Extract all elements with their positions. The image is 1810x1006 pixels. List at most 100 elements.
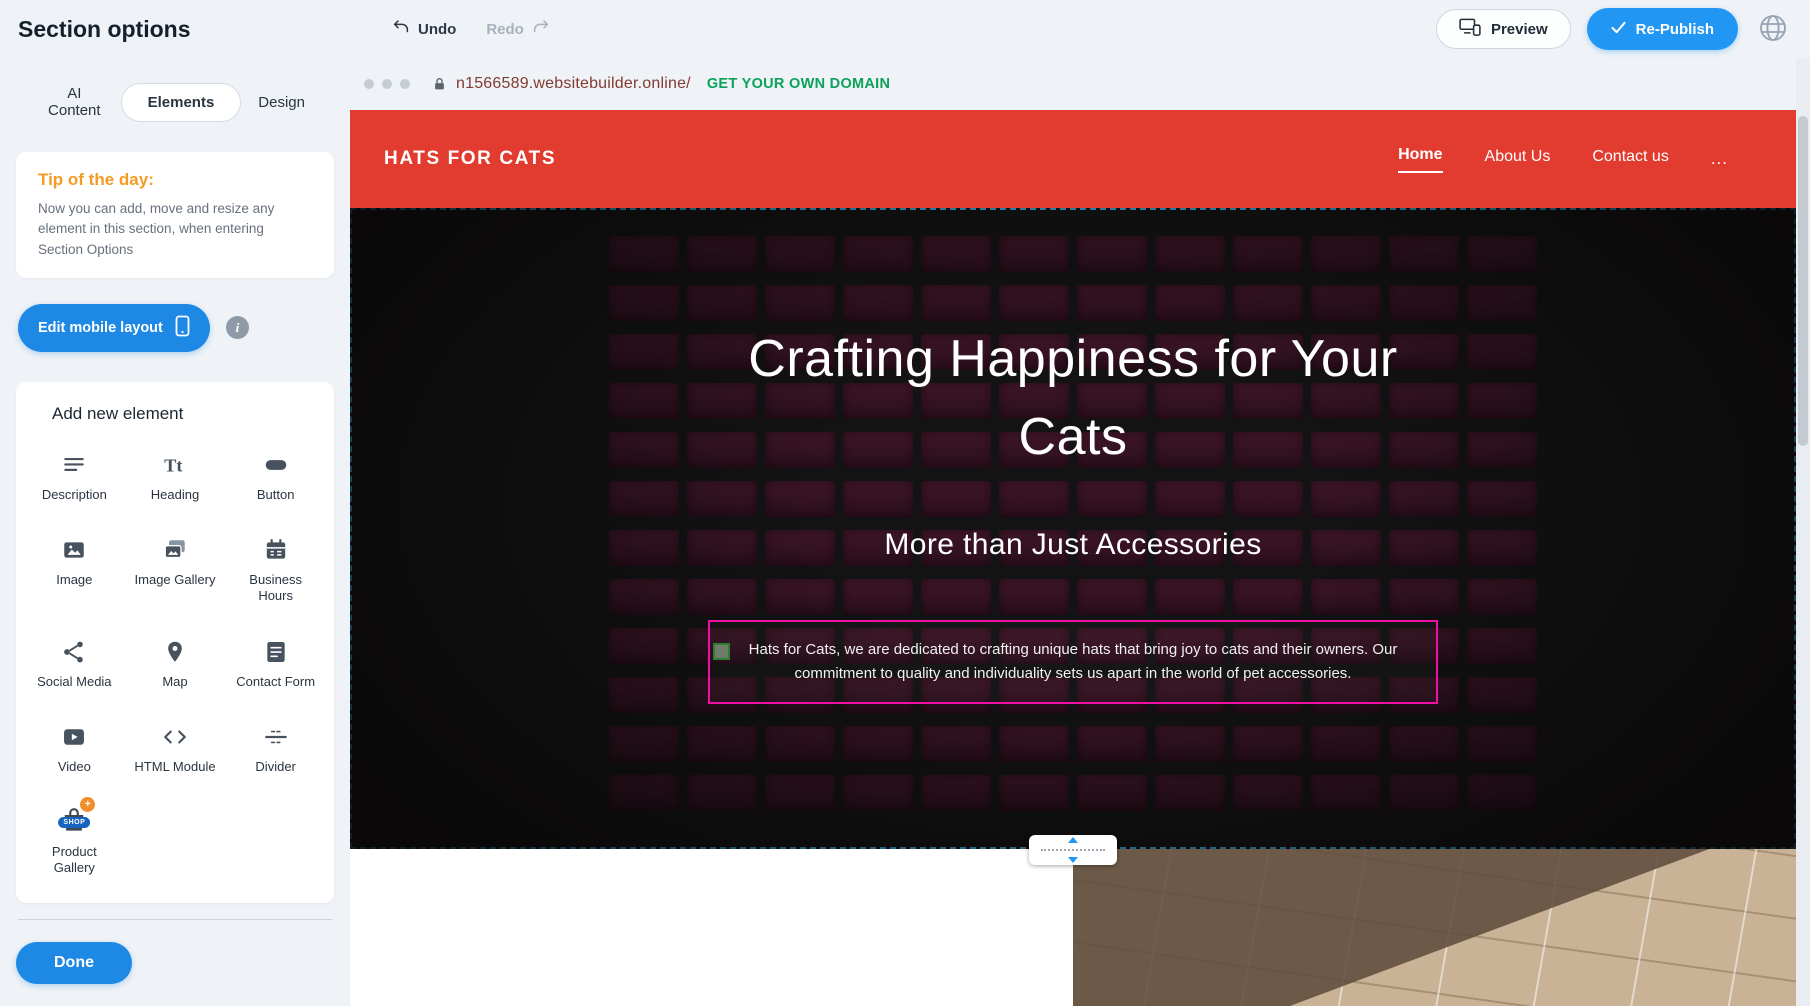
element-image[interactable]: Image [24, 533, 125, 605]
pavement-photo [1073, 849, 1796, 1006]
image-gallery-icon [162, 533, 188, 563]
element-image-gallery[interactable]: Image Gallery [125, 533, 226, 605]
resize-dotted-line [1041, 849, 1105, 851]
redo-icon [532, 18, 550, 40]
topbar-actions: Preview Re-Publish [1436, 8, 1792, 50]
edit-mobile-layout-button[interactable]: Edit mobile layout [18, 304, 210, 352]
element-html-module[interactable]: HTML Module [125, 720, 226, 775]
product-gallery-icon: SHOP + [59, 805, 89, 835]
nav-item-about-us[interactable]: About Us [1485, 148, 1551, 170]
nav-item-home[interactable]: Home [1398, 146, 1442, 173]
contact-form-icon [263, 635, 289, 665]
scrollbar-thumb[interactable] [1798, 116, 1808, 446]
video-icon [61, 720, 87, 750]
info-icon[interactable]: i [226, 316, 249, 339]
sidebar-tabs: AI Content Elements Design [16, 74, 334, 130]
divider-icon [263, 720, 289, 750]
redo-button[interactable]: Redo [486, 18, 550, 40]
social-media-icon [61, 635, 87, 665]
tab-design[interactable]: Design [241, 83, 322, 122]
html-module-icon [162, 720, 188, 750]
undo-label: Undo [418, 21, 456, 38]
element-map[interactable]: Map [125, 635, 226, 690]
element-drag-handle[interactable] [713, 643, 730, 660]
section-resize-handle[interactable] [1029, 835, 1117, 865]
description-icon [61, 448, 87, 478]
devices-icon [1459, 18, 1481, 40]
sidebar-footer: Done [16, 919, 334, 1006]
nav-more-button[interactable]: ... [1711, 149, 1728, 169]
site-nav: Home About Us Contact us ... [1398, 146, 1728, 173]
edit-mobile-label: Edit mobile layout [38, 320, 163, 336]
hero-paragraph: Hats for Cats, we are dedicated to craft… [749, 641, 1398, 682]
element-video[interactable]: Video [24, 720, 125, 775]
site-logo[interactable]: HATS FOR CATS [384, 148, 556, 170]
upgrade-badge-icon: + [80, 797, 95, 812]
website-builder-app: Section options Undo Redo Preview [0, 0, 1810, 1006]
nav-item-contact-us[interactable]: Contact us [1592, 148, 1668, 170]
tip-body: Now you can add, move and resize any ele… [38, 199, 312, 260]
next-section-white-area [350, 849, 1073, 1006]
edit-mobile-row: Edit mobile layout i [18, 304, 334, 352]
heading-icon: Tt [162, 448, 188, 478]
element-business-hours[interactable]: Business Hours [225, 533, 326, 605]
element-social-media[interactable]: Social Media [24, 635, 125, 690]
tab-ai-content[interactable]: AI Content [28, 74, 121, 130]
site-header[interactable]: HATS FOR CATS Home About Us Contact us .… [350, 110, 1796, 208]
element-contact-form[interactable]: Contact Form [225, 635, 326, 690]
footer-divider [18, 919, 332, 920]
window-dot [400, 79, 410, 89]
tab-elements[interactable]: Elements [121, 83, 242, 122]
globe-icon [1757, 12, 1789, 47]
preview-button[interactable]: Preview [1436, 9, 1571, 49]
element-product-gallery[interactable]: SHOP + Product Gallery [24, 805, 125, 877]
shop-badge: SHOP [58, 817, 90, 828]
sidebar: AI Content Elements Design Tip of the da… [0, 58, 350, 1006]
site-preview: HATS FOR CATS Home About Us Contact us .… [350, 110, 1796, 1006]
add-new-element-panel: Add new element Description Tt Heading [16, 382, 334, 903]
lock-icon [432, 76, 447, 92]
hero-subheading[interactable]: More than Just Accessories [884, 528, 1261, 562]
window-dot [364, 79, 374, 89]
undo-button[interactable]: Undo [392, 18, 456, 40]
editor-canvas: n1566589.websitebuilder.online/ GET YOUR… [350, 58, 1810, 1006]
arrow-down-icon [1068, 857, 1078, 863]
add-new-element-title: Add new element [52, 404, 326, 424]
check-icon [1611, 21, 1626, 38]
element-grid: Description Tt Heading Button [24, 448, 326, 877]
arrow-up-icon [1068, 837, 1078, 843]
next-section-preview [350, 849, 1796, 1006]
button-icon [263, 448, 289, 478]
window-controls [364, 79, 410, 89]
business-hours-icon [263, 533, 289, 563]
republish-button[interactable]: Re-Publish [1587, 8, 1738, 50]
tip-of-the-day-card: Tip of the day: Now you can add, move an… [16, 152, 334, 278]
get-your-own-domain-link[interactable]: GET YOUR OWN DOMAIN [707, 76, 890, 92]
window-dot [382, 79, 392, 89]
hero-section-selected[interactable]: Crafting Happiness for Your Cats More th… [350, 208, 1796, 849]
element-heading[interactable]: Tt Heading [125, 448, 226, 503]
done-button[interactable]: Done [16, 942, 132, 984]
element-button[interactable]: Button [225, 448, 326, 503]
hero-heading[interactable]: Crafting Happiness for Your Cats [743, 320, 1403, 476]
element-divider[interactable]: Divider [225, 720, 326, 775]
undo-icon [392, 18, 410, 40]
map-icon [162, 635, 188, 665]
hero-content: Crafting Happiness for Your Cats More th… [350, 208, 1796, 849]
tip-title: Tip of the day: [38, 170, 312, 190]
phone-icon [175, 315, 190, 341]
redo-label: Redo [486, 21, 524, 38]
svg-text:Tt: Tt [164, 455, 183, 475]
republish-label: Re-Publish [1636, 21, 1714, 38]
image-icon [61, 533, 87, 563]
preview-label: Preview [1491, 21, 1548, 38]
selected-paragraph-element[interactable]: Hats for Cats, we are dedicated to craft… [708, 620, 1438, 704]
browser-chrome-bar: n1566589.websitebuilder.online/ GET YOUR… [350, 58, 1810, 110]
topbar: Section options Undo Redo Preview [0, 0, 1810, 58]
site-url: n1566589.websitebuilder.online/ [456, 75, 691, 93]
history-controls: Undo Redo [392, 18, 550, 40]
language-globe-button[interactable] [1754, 10, 1792, 48]
canvas-scrollbar [1796, 58, 1810, 1006]
page-title: Section options [18, 16, 191, 43]
element-description[interactable]: Description [24, 448, 125, 503]
